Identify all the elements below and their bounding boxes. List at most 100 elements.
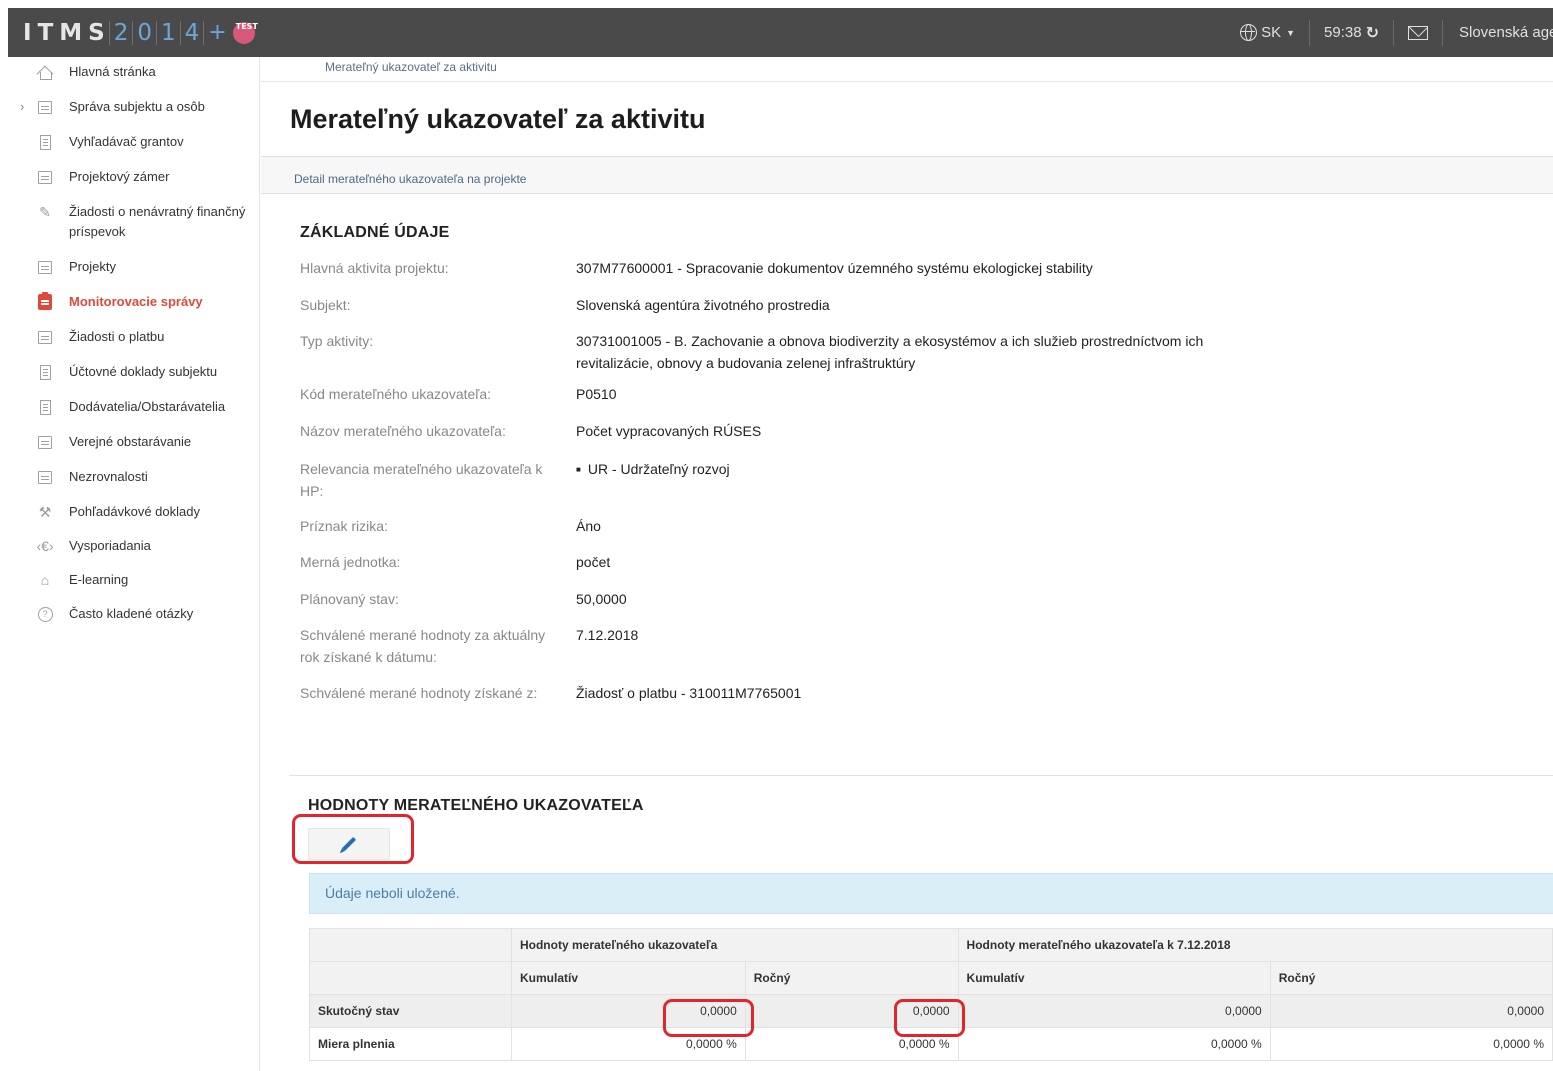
field-label: Subjekt: — [300, 297, 351, 313]
sidebar-item-public-procurement[interactable]: Verejné obstarávanie — [8, 432, 259, 452]
irregularity-icon — [35, 467, 55, 487]
field-main-activity: Hlavná aktivita projektu: 307M77600001 -… — [300, 257, 1553, 279]
column-header: Kumulatív — [510, 961, 746, 995]
field-value: UR - Udržateľný rozvoj — [576, 458, 1236, 502]
messages-button[interactable] — [1394, 19, 1442, 47]
sidebar-item-accounting-documents[interactable]: Účtovné doklady subjektu — [8, 362, 259, 382]
field-label: Názov merateľného ukazovateľa: — [300, 423, 506, 439]
session-timer[interactable]: 59:38 ↻ — [1310, 19, 1393, 47]
sidebar-item-label: Správa subjektu a osôb — [69, 99, 205, 114]
field-value: Žiadosť o platbu - 310011M7765001 — [576, 685, 802, 701]
sidebar-item-label: Projektový zámer — [69, 169, 170, 184]
sidebar-item-label: E-learning — [69, 572, 129, 587]
field-value: 50,0000 — [576, 591, 627, 607]
relevance-item: UR - Udržateľný rozvoj — [576, 461, 730, 477]
sidebar-item-monitoring-reports[interactable]: Monitorovacie správy — [8, 292, 259, 312]
logo-divider — [132, 20, 134, 45]
chevron-right-icon[interactable]: › — [20, 97, 24, 117]
logo-letter: T — [37, 19, 54, 46]
field-value: 7.12.2018 — [576, 627, 639, 643]
table-corner — [309, 961, 512, 995]
sidebar-item-e-learning[interactable]: ⌂ E-learning — [8, 570, 259, 590]
highlight-annotation — [663, 999, 754, 1037]
sidebar-item-label: Účtovné doklady subjektu — [69, 364, 218, 379]
breadcrumb: Merateľný ukazovateľ za aktivitu — [261, 57, 1553, 82]
sidebar-item-nfp-applications[interactable]: ✎ Žiadosti o nenávratný finančný príspev… — [8, 202, 248, 242]
sidebar-item-subject-management[interactable]: › Správa subjektu a osôb — [8, 97, 259, 117]
sidebar-item-label: Pohľadávkové doklady — [69, 504, 200, 519]
field-indicator-code: Kód merateľného ukazovateľa: P0510 — [300, 383, 1553, 405]
page-title: Merateľný ukazovateľ za aktivitu — [290, 103, 706, 134]
sidebar-item-claim-documents[interactable]: ⚒ Pohľadávkové doklady — [8, 502, 259, 522]
sidebar-item-label: Monitorovacie správy — [69, 294, 203, 309]
graduation-cap-icon: ⌂ — [40, 572, 50, 588]
field-value: Počet vypracovaných RÚSES — [576, 423, 762, 439]
table-cell: 0,0000 — [1269, 994, 1553, 1028]
sidebar-item-label: Žiadosti o platbu — [69, 329, 165, 344]
field-label: Schválené merané hodnoty získané z: — [300, 685, 538, 701]
field-label: Kód merateľného ukazovateľa: — [300, 386, 492, 402]
tab-detail[interactable]: Detail merateľného ukazovateľa na projek… — [294, 172, 526, 186]
field-indicator-name: Názov merateľného ukazovateľa: Počet vyp… — [300, 420, 1553, 442]
language-selector[interactable]: SK ▼ — [1226, 19, 1309, 47]
sidebar-item-settlements[interactable]: ‹€› Vysporiadania — [8, 536, 259, 556]
field-value: Slovenská agentúra životného prostredia — [576, 297, 830, 313]
sidebar-item-project-intent[interactable]: Projektový zámer — [8, 167, 259, 187]
sidebar-item-projects[interactable]: Projekty — [8, 257, 259, 277]
column-header: Ročný — [1269, 961, 1553, 995]
tender-icon — [35, 432, 55, 452]
sidebar-item-label: Často kladené otázky — [69, 606, 194, 621]
app-window: I T M S 2 0 1 4 + TEST SK ▼ 59:38 ↻ Slov… — [8, 8, 1553, 1071]
group-header: Hodnoty merateľného ukazovateľa — [510, 928, 959, 962]
sidebar-item-label: Verejné obstarávanie — [69, 434, 192, 449]
envelope-icon — [1408, 25, 1428, 40]
home-icon — [35, 62, 55, 82]
field-risk-flag: Príznak rizika: Áno — [300, 515, 1553, 537]
table-cell: 0,0000 — [957, 994, 1271, 1028]
section-title-basic: ZÁKLADNÉ ÚDAJE — [300, 224, 450, 241]
row-label: Skutočný stav — [309, 994, 512, 1028]
sidebar-item-label: Vysporiadania — [69, 538, 151, 553]
sidebar-item-label: Vyhľadávač grantov — [69, 134, 184, 149]
basic-data-section: ZÁKLADNÉ ÚDAJE Hlavná aktivita projektu:… — [261, 224, 1553, 704]
detail-tab-bar: Detail merateľného ukazovateľa na projek… — [261, 157, 1553, 194]
field-label: Typ aktivity: — [300, 333, 374, 349]
sidebar-item-home[interactable]: Hlavná stránka — [8, 62, 259, 82]
sidebar-item-irregularities[interactable]: Nezrovnalosti — [8, 467, 259, 487]
field-label: Relevancia merateľného ukazovateľa k HP: — [300, 461, 543, 499]
table-subheader-row: Kumulatív Ročný Kumulatív Ročný — [309, 961, 1553, 995]
folder-icon — [35, 167, 55, 187]
settlement-icon: ‹€› — [36, 538, 54, 554]
field-label: Príznak rizika: — [300, 518, 388, 534]
sidebar-item-grant-search[interactable]: Vyhľadávač grantov — [8, 132, 259, 152]
payment-icon — [35, 327, 55, 347]
breadcrumb-item[interactable]: Merateľný ukazovateľ za aktivitu — [325, 60, 497, 74]
sidebar-item-label: Žiadosti o nenávratný finančný príspevok — [69, 204, 246, 239]
sidebar-item-label: Dodávatelia/Obstarávatelia — [69, 399, 226, 414]
question-icon: ? — [35, 604, 55, 624]
column-header: Kumulatív — [957, 961, 1271, 995]
table-header-row: Hodnoty merateľného ukazovateľa Hodnoty … — [309, 928, 1553, 962]
edit-icon: ✎ — [39, 204, 51, 220]
refresh-icon[interactable]: ↻ — [1366, 23, 1379, 43]
table-cell: 0,0000 % — [957, 1027, 1271, 1061]
table-cell: 0,0000 % — [1269, 1027, 1553, 1061]
logo-plus: + — [208, 20, 227, 45]
sidebar-item-label: Nezrovnalosti — [69, 469, 148, 484]
sidebar-item-faq[interactable]: ? Často kladené otázky — [8, 604, 259, 624]
organization-menu[interactable]: Slovenská agentúra životného prostredia — [1443, 19, 1553, 47]
group-header: Hodnoty merateľného ukazovateľa k 7.12.2… — [957, 928, 1553, 962]
section-title-values: HODNOTY MERATEĽNÉHO UKAZOVATEĽA — [308, 797, 644, 814]
alert-not-saved: Údaje neboli uložené. — [309, 873, 1553, 914]
logo-divider — [108, 20, 110, 45]
sidebar-item-suppliers[interactable]: Dodávatelia/Obstarávatelia — [8, 397, 259, 417]
folder-icon — [35, 257, 55, 277]
field-approved-source: Schválené merané hodnoty získané z: Žiad… — [300, 682, 1553, 704]
test-badge: TEST — [232, 21, 258, 44]
field-value: P0510 — [576, 386, 617, 402]
indicator-values-table: Hodnoty merateľného ukazovateľa Hodnoty … — [309, 928, 1553, 1061]
sidebar-item-payment-requests[interactable]: Žiadosti o platbu — [8, 327, 259, 347]
itms-logo[interactable]: I T M S 2 0 1 4 + TEST — [8, 19, 258, 46]
field-label: Plánovaný stav: — [300, 591, 399, 607]
sidebar-item-label: Projekty — [69, 259, 116, 274]
